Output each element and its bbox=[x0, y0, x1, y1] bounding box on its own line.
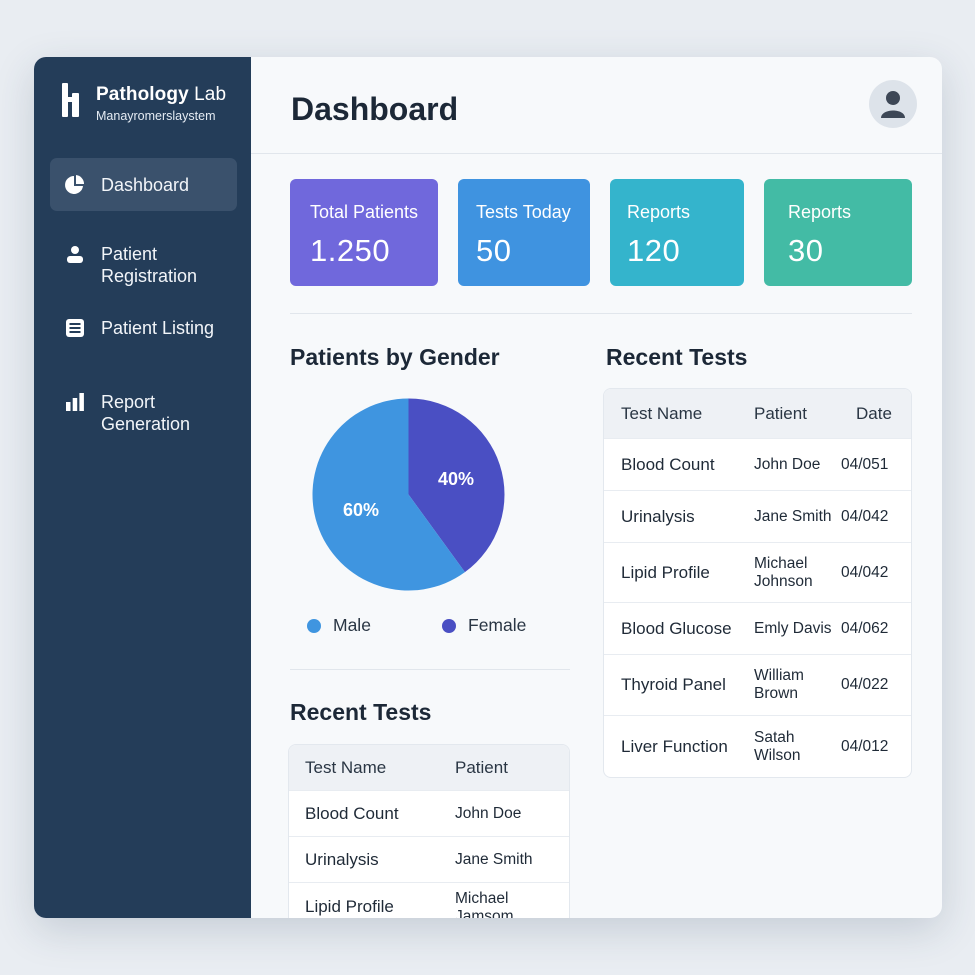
section-divider bbox=[290, 313, 912, 314]
cell-test-name: Liver Function bbox=[621, 736, 728, 756]
recent-tests-left-table: Test Name Patient Blood Count John Doe U… bbox=[288, 744, 570, 918]
table-row[interactable]: Urinalysis Jane Smith bbox=[289, 836, 569, 882]
brand-subtitle: Manayromerslaystem bbox=[96, 109, 216, 123]
sidebar: Pathology Lab Manayromerslaystem Dashboa… bbox=[34, 57, 251, 918]
sidebar-item-dashboard[interactable]: Dashboard bbox=[50, 158, 237, 211]
sidebar-nav: Dashboard Patient Registration Patient L… bbox=[50, 158, 237, 449]
cell-test-name: Blood Count bbox=[621, 454, 715, 474]
cell-date: 04/042 bbox=[841, 563, 889, 581]
cell-patient: Satah Wilson bbox=[754, 728, 801, 764]
cell-date: 04/022 bbox=[841, 676, 889, 693]
stat-card-tests-today[interactable]: Tests Today 50 bbox=[458, 179, 590, 286]
cell-test-name: Lipid Profile bbox=[621, 562, 710, 582]
recent-tests-left-title: Recent Tests bbox=[290, 699, 432, 725]
table-row[interactable]: Liver Function Satah Wilson 04/012 bbox=[604, 715, 911, 777]
recent-tests-right-table: Test Name Patient Date Blood Count John … bbox=[603, 388, 912, 778]
column-header: Test Name bbox=[305, 757, 387, 777]
person-icon bbox=[64, 243, 86, 265]
cell-patient: Michael Johnson bbox=[754, 554, 813, 590]
pie-chart-icon bbox=[64, 174, 86, 196]
header-divider bbox=[251, 153, 942, 154]
cell-test-name: Lipid Profile bbox=[305, 897, 394, 916]
table-header: Test Name Patient Date bbox=[604, 389, 911, 438]
user-avatar-icon[interactable] bbox=[869, 80, 917, 128]
column-header: Date bbox=[856, 403, 892, 423]
legend-label: Male bbox=[333, 615, 371, 635]
page-title: Dashboard bbox=[291, 91, 459, 127]
legend-item-female: Female bbox=[442, 615, 526, 636]
cell-patient: John Doe bbox=[754, 455, 821, 473]
legend-dot-female bbox=[442, 618, 456, 633]
main-content: Dashboard Total Patients 1.250 Tests Tod… bbox=[251, 57, 942, 918]
sidebar-item-label: Patient Listing bbox=[101, 318, 215, 338]
table-row[interactable]: Blood Count John Doe bbox=[289, 790, 569, 836]
stat-value: 30 bbox=[788, 233, 824, 268]
pie-label-male: 60% bbox=[343, 500, 379, 520]
column-header: Test Name bbox=[621, 403, 703, 423]
stat-card-reports[interactable]: Reports 120 bbox=[610, 179, 744, 286]
lab-logo-icon bbox=[62, 83, 82, 119]
stat-card-reports-2[interactable]: Reports 30 bbox=[764, 179, 912, 286]
sidebar-item-label: Report Generation bbox=[101, 392, 191, 434]
gender-pie-chart: 40% 60% bbox=[311, 397, 506, 592]
table-row[interactable]: Blood Glucose Emly Davis 04/062 bbox=[604, 602, 911, 654]
cell-test-name: Urinalysis bbox=[621, 506, 695, 526]
column-header: Patient bbox=[455, 757, 508, 777]
bar-chart-icon bbox=[64, 391, 86, 413]
cell-test-name: Thyroid Panel bbox=[621, 675, 726, 694]
brand-title: Pathology Lab bbox=[96, 83, 226, 107]
cell-patient: William Brown bbox=[754, 667, 804, 702]
table-row[interactable]: Lipid Profile Michael Johnson 04/042 bbox=[604, 542, 911, 602]
table-header: Test Name Patient bbox=[289, 745, 569, 790]
brand-title-bold: Pathology bbox=[96, 84, 189, 105]
column-header: Patient bbox=[754, 403, 807, 423]
sidebar-item-label: Dashboard bbox=[101, 174, 190, 195]
cell-test-name: Blood Count bbox=[305, 803, 399, 823]
legend-dot-male bbox=[307, 618, 321, 633]
sidebar-item-report-generation[interactable]: Report Generation bbox=[50, 375, 237, 449]
cell-patient: Jane Smith bbox=[754, 507, 832, 525]
pie-label-female: 40% bbox=[438, 469, 474, 489]
app-window: Pathology Lab Manayromerslaystem Dashboa… bbox=[34, 57, 942, 918]
table-row[interactable]: Lipid Profile Michael Jamsom bbox=[289, 882, 569, 918]
cell-patient: Michael Jamsom bbox=[455, 890, 514, 918]
recent-tests-right-title: Recent Tests bbox=[606, 344, 748, 370]
brand-title-light: Lab bbox=[194, 84, 227, 105]
brand: Pathology Lab Manayromerslaystem bbox=[62, 83, 226, 123]
stat-value: 50 bbox=[476, 233, 512, 268]
cell-patient: Jane Smith bbox=[455, 850, 533, 868]
sidebar-item-patient-listing[interactable]: Patient Listing bbox=[50, 301, 237, 375]
stat-label: Tests Today bbox=[476, 202, 571, 222]
cell-patient: Emly Davis bbox=[754, 619, 832, 637]
stat-label: Reports bbox=[788, 202, 852, 222]
legend-label: Female bbox=[468, 615, 527, 635]
cell-date: 04/042 bbox=[841, 507, 889, 525]
table-row[interactable]: Thyroid Panel William Brown 04/022 bbox=[604, 654, 911, 715]
stat-card-total-patients[interactable]: Total Patients 1.250 bbox=[290, 179, 438, 286]
gender-chart-title: Patients by Gender bbox=[290, 344, 500, 370]
table-row[interactable]: Urinalysis Jane Smith 04/042 bbox=[604, 490, 911, 542]
legend-item-male: Male bbox=[307, 615, 371, 636]
stat-label: Total Patients bbox=[310, 202, 419, 222]
table-row[interactable]: Blood Count John Doe 04/051 bbox=[604, 438, 911, 490]
list-icon bbox=[64, 317, 86, 339]
cell-test-name: Urinalysis bbox=[305, 849, 379, 869]
stat-value: 120 bbox=[627, 233, 681, 268]
cell-date: 04/062 bbox=[841, 619, 889, 637]
cell-date: 04/051 bbox=[841, 455, 889, 473]
stat-label: Reports bbox=[627, 202, 691, 222]
sidebar-item-patient-registration[interactable]: Patient Registration bbox=[50, 227, 237, 301]
stat-value: 1.250 bbox=[310, 233, 391, 268]
cell-patient: John Doe bbox=[455, 804, 522, 822]
cell-date: 04/012 bbox=[841, 737, 889, 755]
cell-test-name: Blood Glucose bbox=[621, 618, 732, 638]
sidebar-item-label: Patient Registration bbox=[101, 244, 198, 286]
section-divider bbox=[290, 669, 570, 670]
